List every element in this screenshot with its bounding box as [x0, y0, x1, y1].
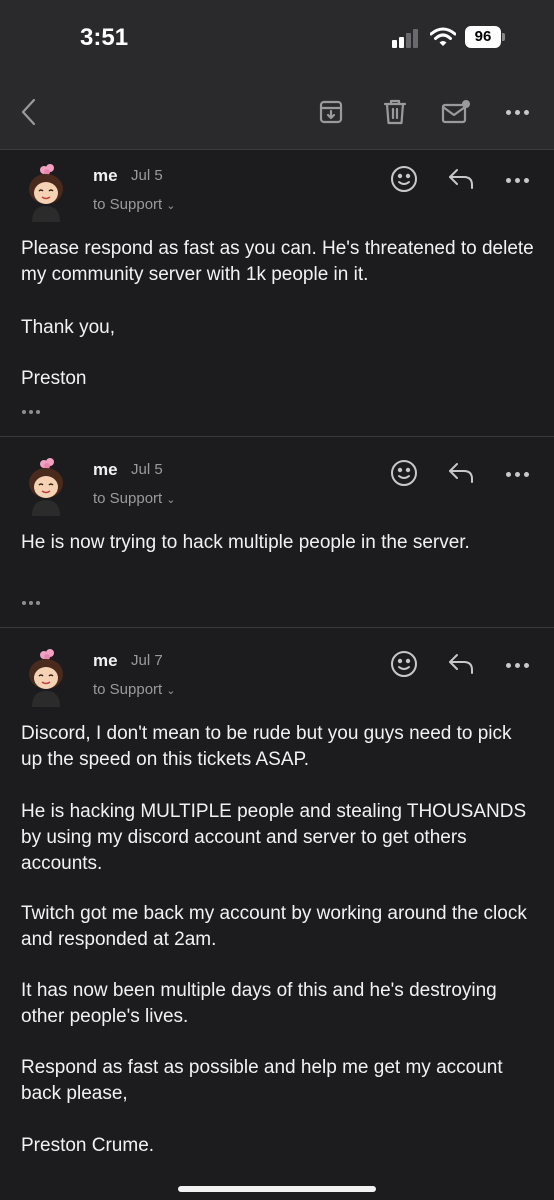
reply-icon — [449, 463, 473, 483]
reply-icon — [449, 654, 473, 674]
trash-button[interactable] — [377, 94, 413, 130]
message-paragraph: Respond as fast as possible and help me … — [21, 1057, 503, 1104]
chevron-down-icon: ⌄ — [166, 685, 176, 697]
message-paragraph: He is hacking MULTIPLE people and steali… — [21, 801, 527, 874]
message-divider — [0, 627, 554, 628]
avatar — [29, 458, 63, 516]
message-paragraph: Thank you, — [21, 317, 115, 338]
wifi-icon — [430, 27, 456, 46]
mark-unread-button[interactable] — [438, 94, 474, 130]
message-divider — [0, 436, 554, 437]
message-paragraph: Preston Crume. — [21, 1135, 155, 1156]
mail-unread-icon — [441, 100, 470, 124]
recipient-toggle[interactable]: to Support ⌄ — [93, 681, 175, 698]
message-more-button[interactable] — [499, 170, 535, 190]
show-quoted-button[interactable] — [22, 601, 40, 605]
message-date: Jul 7 — [131, 652, 163, 669]
message-date: Jul 5 — [131, 167, 163, 184]
sender-name: me — [93, 166, 118, 185]
message-paragraph: Preston — [21, 368, 87, 389]
message-more-button[interactable] — [499, 464, 535, 484]
back-button[interactable] — [12, 94, 48, 130]
battery-level: 96 — [465, 26, 501, 48]
avatar — [29, 164, 63, 222]
reply-icon — [449, 169, 473, 189]
recipient-label: to Support — [93, 196, 163, 213]
react-button[interactable] — [386, 646, 422, 682]
smiley-icon — [391, 166, 417, 192]
avatar — [29, 649, 63, 707]
sender-name: me — [93, 651, 118, 670]
cellular-signal-icon — [392, 28, 422, 48]
message-paragraph: Please respond as fast as you can. He's … — [21, 238, 534, 285]
reply-button[interactable] — [443, 455, 479, 491]
home-indicator — [178, 1186, 376, 1192]
message-more-button[interactable] — [499, 655, 535, 675]
status-time: 3:51 — [80, 24, 129, 51]
sender-name: me — [93, 460, 118, 479]
message-paragraph: Discord, I don't mean to be rude but you… — [21, 723, 512, 770]
chevron-down-icon: ⌄ — [166, 494, 176, 506]
reply-button[interactable] — [443, 646, 479, 682]
chevron-left-icon — [21, 98, 36, 126]
message-2: me Jul 5 to Support ⌄ He is now trying to… — [0, 444, 554, 627]
trash-icon — [383, 99, 407, 125]
archive-button[interactable] — [313, 94, 349, 130]
recipient-label: to Support — [93, 490, 163, 507]
more-options-button[interactable] — [499, 102, 535, 122]
message-1: me Jul 5 to Support ⌄ Please respond as f… — [0, 150, 554, 436]
recipient-label: to Support — [93, 681, 163, 698]
recipient-toggle[interactable]: to Support ⌄ — [93, 196, 175, 213]
message-date: Jul 5 — [131, 461, 163, 478]
message-paragraph: Twitch got me back my account by working… — [21, 903, 527, 950]
smiley-icon — [391, 651, 417, 677]
message-paragraph: It has now been multiple days of this an… — [21, 980, 497, 1027]
smiley-icon — [391, 460, 417, 486]
show-quoted-button[interactable] — [22, 410, 40, 414]
top-bar: 3:51 96 — [0, 0, 554, 150]
archive-icon — [319, 100, 343, 124]
recipient-toggle[interactable]: to Support ⌄ — [93, 490, 175, 507]
message-3: me Jul 7 to Support ⌄ Discord, I don't me… — [0, 635, 554, 1200]
react-button[interactable] — [386, 455, 422, 491]
message-paragraph: He is now trying to hack multiple people… — [21, 532, 470, 553]
battery-icon: 96 — [465, 26, 505, 48]
chevron-down-icon: ⌄ — [166, 200, 176, 212]
react-button[interactable] — [386, 161, 422, 197]
reply-button[interactable] — [443, 161, 479, 197]
